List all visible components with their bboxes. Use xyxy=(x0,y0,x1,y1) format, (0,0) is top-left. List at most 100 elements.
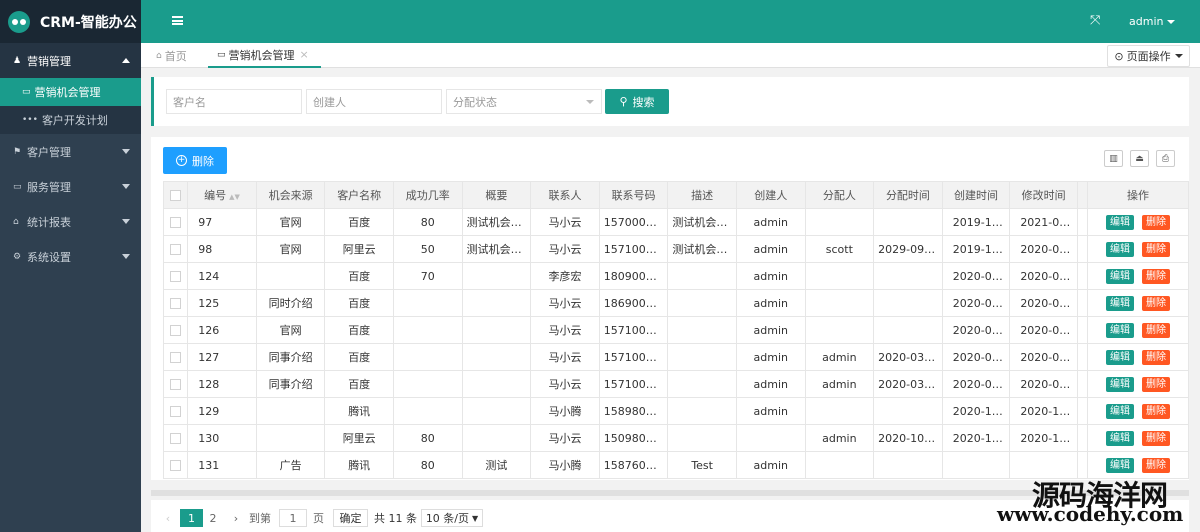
sidebar-item-marketing[interactable]: ♟ 营销管理 xyxy=(0,43,141,78)
table-cell: 测试机会数据 xyxy=(461,235,532,263)
sort-icon[interactable]: ▲▼ xyxy=(229,193,240,201)
delete-button[interactable]: + 删除 xyxy=(163,147,227,174)
column-header: 创建人 xyxy=(735,181,806,209)
table-row: 124 百度70 李彦宏18090000000 admin 2020-03-012020… xyxy=(162,262,1190,290)
sidebar-item-reports[interactable]: ⌂ 统计报表 xyxy=(0,204,141,239)
row-delete-button[interactable]: 删除 xyxy=(1141,349,1170,365)
row-delete-button[interactable]: 删除 xyxy=(1141,295,1170,311)
row-checkbox[interactable] xyxy=(162,316,189,344)
edit-button[interactable]: 编辑 xyxy=(1105,457,1134,473)
row-checkbox[interactable] xyxy=(162,343,189,371)
prev-page-icon[interactable]: ‹ xyxy=(161,509,175,527)
edit-button[interactable]: 编辑 xyxy=(1105,241,1134,257)
next-page-icon[interactable]: › xyxy=(229,509,243,527)
table-cell: 50 xyxy=(392,235,463,263)
page-size-select[interactable]: 10 条/页 ▼ xyxy=(421,509,483,527)
table-cell: 马小云 xyxy=(530,343,600,371)
table-cell: 官网 xyxy=(255,235,326,263)
edit-button[interactable]: 编辑 xyxy=(1105,322,1134,338)
row-checkbox[interactable] xyxy=(162,289,189,317)
select-all-checkbox[interactable] xyxy=(162,181,189,209)
goto-page-input[interactable]: 1 xyxy=(279,509,307,527)
menu-toggle-icon[interactable] xyxy=(172,16,183,25)
table-row: 128同事介绍百度马小云15710000000adminadmin2020-03… xyxy=(162,370,1190,398)
sidebar-item-service[interactable]: ▭ 服务管理 xyxy=(0,169,141,204)
table-cell: 马小云 xyxy=(530,208,600,236)
assign-status-select[interactable]: 分配状态 xyxy=(446,89,602,114)
row-actions: 编辑 删除 xyxy=(1086,235,1190,263)
customer-name-input[interactable]: 客户名 xyxy=(166,89,302,114)
table-cell: 测试 xyxy=(461,451,532,479)
table-cell: 同事介绍 xyxy=(255,370,326,398)
search-button[interactable]: ⚲ 搜索 xyxy=(605,89,669,114)
row-checkbox[interactable] xyxy=(162,370,189,398)
plus-circle-icon: + xyxy=(176,155,187,166)
row-checkbox[interactable] xyxy=(162,397,189,425)
row-delete-button[interactable]: 删除 xyxy=(1141,214,1170,230)
table-cell xyxy=(255,424,326,452)
edit-button[interactable]: 编辑 xyxy=(1105,349,1134,365)
sidebar-item-settings[interactable]: ⚙ 系统设置 xyxy=(0,239,141,274)
table-cell: 18090000000 xyxy=(598,262,669,290)
row-delete-button[interactable]: 删除 xyxy=(1141,322,1170,338)
table-cell xyxy=(873,397,943,425)
monitor-icon: ▭ xyxy=(217,49,226,60)
export-icon[interactable]: ⏏ xyxy=(1130,150,1149,167)
row-delete-button[interactable]: 删除 xyxy=(1141,376,1170,392)
table-cell: 124 xyxy=(187,262,257,290)
tab-home[interactable]: ⌂ 首页 xyxy=(156,43,187,68)
page-unit-label: 页 xyxy=(313,512,324,525)
top-bar: ⤧ admin xyxy=(141,0,1200,43)
close-icon[interactable]: × xyxy=(300,48,309,61)
watermark-url: www.codehy.com xyxy=(997,502,1184,526)
sidebar-subitem-opportunity[interactable]: ▭ 营销机会管理 xyxy=(0,78,141,106)
row-checkbox[interactable] xyxy=(162,424,189,452)
page-1-button[interactable]: 1 xyxy=(180,509,203,527)
row-delete-button[interactable]: 删除 xyxy=(1141,430,1170,446)
column-header[interactable]: 编号 ▲▼ xyxy=(187,181,257,209)
sidebar-subitem-label: 营销机会管理 xyxy=(34,86,101,99)
page-operations-button[interactable]: ⊙ 页面操作 xyxy=(1107,45,1190,67)
table-cell xyxy=(804,397,875,425)
tab-opportunity[interactable]: ▭ 营销机会管理 × xyxy=(208,43,321,68)
total-count: 共 11 条 xyxy=(374,512,417,525)
row-delete-button[interactable]: 删除 xyxy=(1141,403,1170,419)
row-actions: 编辑 删除 xyxy=(1086,370,1190,398)
table-cell xyxy=(873,289,943,317)
column-header: 修改时间 xyxy=(1009,181,1078,209)
row-delete-button[interactable]: 删除 xyxy=(1141,241,1170,257)
table-cell: 15710000000 xyxy=(598,316,669,344)
table-cell: 2020-10-01 xyxy=(1009,424,1078,452)
table-header-row: 编号 ▲▼ 机会来源 客户名称 成功几率 概要 联系人 联系号码 描述 创建人 分… xyxy=(162,181,1190,209)
table-cell: 马小腾 xyxy=(530,451,600,479)
user-menu[interactable]: admin xyxy=(1129,15,1176,28)
sidebar-item-customer[interactable]: ⚑ 客户管理 xyxy=(0,134,141,169)
app-logo[interactable]: CRM-智能办公 xyxy=(0,0,141,43)
row-checkbox[interactable] xyxy=(162,262,189,290)
table-cell: 2020-10-01 xyxy=(941,397,1011,425)
edit-button[interactable]: 编辑 xyxy=(1105,430,1134,446)
print-icon[interactable]: ⎙ xyxy=(1156,150,1175,167)
row-checkbox[interactable] xyxy=(162,451,189,479)
creator-input[interactable]: 创建人 xyxy=(306,89,442,114)
columns-filter-icon[interactable]: ▥ xyxy=(1104,150,1123,167)
goto-confirm-button[interactable]: 确定 xyxy=(333,509,368,527)
sidebar-subitem-dev-plan[interactable]: ••• 客户开发计划 xyxy=(0,106,141,134)
table-row: 126官网百度 马小云15710000000 admin 2020-03-012020… xyxy=(162,316,1190,344)
sidebar-item-label: 服务管理 xyxy=(27,180,71,194)
table-cell: admin xyxy=(735,235,806,263)
page-2-button[interactable]: 2 xyxy=(203,509,223,527)
row-checkbox[interactable] xyxy=(162,235,189,263)
row-delete-button[interactable]: 删除 xyxy=(1141,268,1170,284)
fullscreen-icon[interactable]: ⤧ xyxy=(1090,13,1100,28)
table-cell xyxy=(804,262,875,290)
edit-button[interactable]: 编辑 xyxy=(1105,295,1134,311)
edit-button[interactable]: 编辑 xyxy=(1105,376,1134,392)
row-checkbox[interactable] xyxy=(162,208,189,236)
row-delete-button[interactable]: 删除 xyxy=(1141,457,1170,473)
edit-button[interactable]: 编辑 xyxy=(1105,268,1134,284)
edit-button[interactable]: 编辑 xyxy=(1105,214,1134,230)
edit-button[interactable]: 编辑 xyxy=(1105,403,1134,419)
flag-icon: ⚑ xyxy=(13,146,22,157)
table-cell xyxy=(667,262,737,290)
